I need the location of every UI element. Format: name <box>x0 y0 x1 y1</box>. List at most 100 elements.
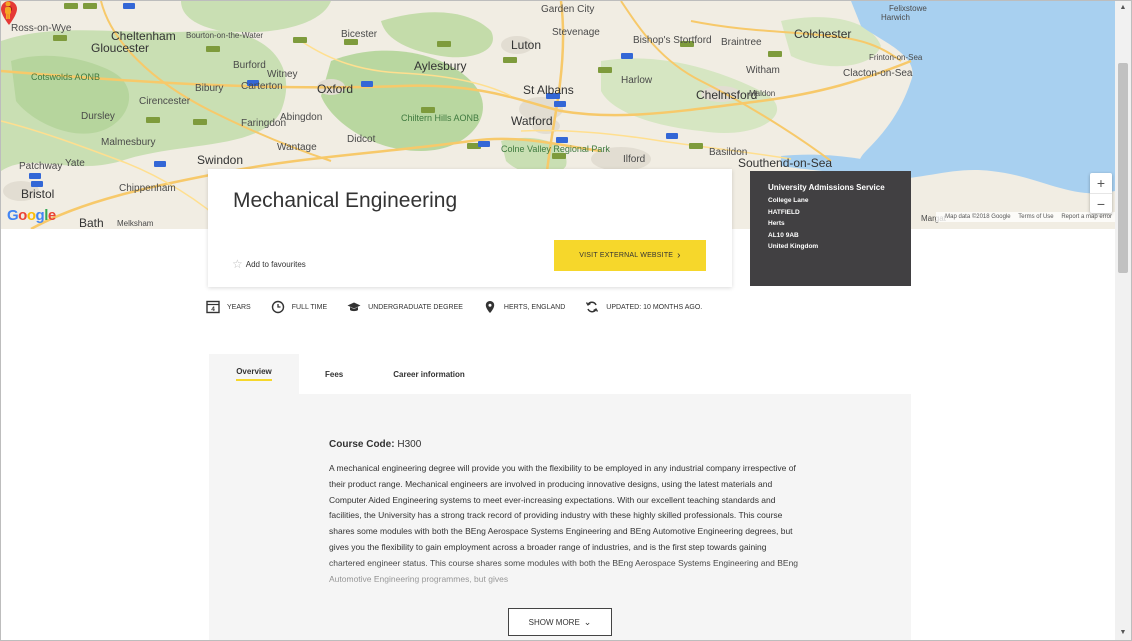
map-label: Patchway <box>19 161 63 172</box>
scrollbar-thumb[interactable] <box>1118 63 1128 273</box>
institution-address-card: University Admissions Service College La… <box>750 171 911 286</box>
map-label: Cotswolds AONB <box>31 72 101 82</box>
map-label: Wantage <box>277 142 317 153</box>
address-line: HATFIELD <box>768 208 800 216</box>
map-label: Southend-on-Sea <box>738 156 833 170</box>
clock-icon <box>271 300 285 314</box>
map-label: Frinton-on-Sea <box>869 53 923 62</box>
map-label: Ilford <box>623 154 646 165</box>
address-line: College Lane <box>768 197 809 204</box>
location: HERTS, ENGLAND <box>483 300 565 314</box>
map-label: Braintree <box>721 37 762 48</box>
svg-text:4: 4 <box>211 306 215 313</box>
map-label: Felixstowe <box>889 4 927 13</box>
map-label: Luton <box>511 38 542 52</box>
map-label: Oxford <box>317 82 354 96</box>
terms-of-use-link[interactable]: Terms of Use <box>1018 214 1053 220</box>
map-label: Carterton <box>241 81 283 92</box>
map-label: Malmesbury <box>101 137 156 148</box>
page-scrollbar[interactable]: ▲ ▼ <box>1115 1 1131 640</box>
map-label: Aylesbury <box>414 59 467 73</box>
tab-overview[interactable]: Overview <box>209 354 299 394</box>
browser-viewport: Ross-on-Wye Cheltenham Gloucester Bourto… <box>0 0 1132 641</box>
course-code: Course Code: H300 <box>329 439 421 450</box>
visit-external-website-button[interactable]: VISIT EXTERNAL WEBSITE › <box>554 240 706 271</box>
map-label: Burford <box>233 60 266 71</box>
study-mode: FULL TIME <box>271 300 327 314</box>
chevron-right-icon: › <box>677 250 681 261</box>
tab-fees[interactable]: Fees <box>325 354 343 394</box>
map-label: Bristol <box>21 187 55 201</box>
map-label: Bishop's Stortford <box>633 35 712 46</box>
map-label: Colchester <box>794 27 852 41</box>
map-label: Ross-on-Wye <box>11 23 72 34</box>
map-label: Witham <box>746 65 780 76</box>
updated-label: UPDATED: 10 MONTHS AGO. <box>606 303 703 311</box>
zoom-out-button[interactable]: − <box>1090 194 1112 214</box>
map-label: Witney <box>267 69 298 80</box>
map-label: Harwich <box>881 13 910 22</box>
map-label: Bourton-on-the-Water <box>186 31 264 40</box>
map-label: Stevenage <box>552 27 600 38</box>
map-label: Faringdon <box>241 118 287 129</box>
map-label: Yate <box>65 158 85 169</box>
institution-name: University Admissions Service <box>768 183 885 192</box>
map-label: Abingdon <box>280 112 323 123</box>
map-label: Maldon <box>749 89 776 98</box>
course-title: Mechanical Engineering <box>233 189 458 212</box>
graduation-cap-icon <box>347 300 361 314</box>
map-label: Melksham <box>117 219 154 228</box>
qualification-label: UNDERGRADUATE DEGREE <box>368 303 463 311</box>
map-label: Swindon <box>197 153 244 167</box>
map-label: Bath <box>79 216 104 229</box>
map-data-credit: Map data ©2018 Google <box>945 214 1011 220</box>
map-marker-icon <box>483 300 497 314</box>
map-label: Colne Valley Regional Park <box>501 144 610 154</box>
map-label: Clacton-on-Sea <box>843 68 913 79</box>
address-line: Herts <box>768 220 785 227</box>
scroll-up-arrow-icon[interactable]: ▲ <box>1115 1 1131 15</box>
map-zoom-control: + − <box>1090 173 1112 213</box>
map-label: Gloucester <box>91 41 150 55</box>
map-label: Chiltern Hills AONB <box>401 113 480 123</box>
map-label: Didcot <box>347 134 376 145</box>
show-more-button[interactable]: SHOW MORE ⌄ <box>508 608 612 636</box>
map-label: Watford <box>511 114 553 128</box>
duration-label: YEARS <box>227 303 251 311</box>
study-mode-label: FULL TIME <box>291 303 328 311</box>
add-to-favourites-button[interactable]: ☆ Add to favourites <box>232 257 306 271</box>
refresh-icon <box>585 300 599 314</box>
add-to-favourites-label: Add to favourites <box>245 259 306 269</box>
course-tabs: Overview Fees Career information <box>209 354 911 394</box>
location-label: HERTS, ENGLAND <box>503 303 566 311</box>
overview-panel: Course Code: H300 A mechanical engineeri… <box>209 394 911 640</box>
zoom-in-button[interactable]: + <box>1090 173 1112 194</box>
tab-career-information[interactable]: Career information <box>393 354 465 394</box>
map-label: Dursley <box>81 111 115 122</box>
calendar-icon: 4 <box>206 300 220 314</box>
map-label: Harlow <box>621 75 653 86</box>
scroll-down-arrow-icon[interactable]: ▼ <box>1115 626 1131 640</box>
map-attribution: Map data ©2018 Google Terms of Use Repor… <box>936 212 1115 222</box>
report-map-error-link[interactable]: Report a map error <box>1061 214 1112 220</box>
map-label: Chippenham <box>119 183 176 194</box>
map-label: St Albans <box>523 83 574 97</box>
course-facts-row: 4 YEARS FULL TIME UNDERGRADUATE DEGREE H… <box>206 300 722 314</box>
visit-external-website-label: VISIT EXTERNAL WEBSITE <box>579 252 674 259</box>
map-label: Bicester <box>341 29 378 40</box>
course-duration: 4 YEARS <box>206 300 251 314</box>
show-more-label: SHOW MORE <box>528 617 580 627</box>
address-line: United Kingdom <box>768 243 819 250</box>
map-label: Bibury <box>195 83 224 94</box>
course-title-card: Mechanical Engineering ☆ Add to favourit… <box>208 169 732 287</box>
google-logo: Google <box>7 207 56 224</box>
course-code-label: Course Code: <box>329 439 395 450</box>
map-label: Garden City <box>541 4 595 15</box>
chevron-down-icon: ⌄ <box>583 616 592 627</box>
course-code-value: H300 <box>397 439 422 450</box>
street-view-pegman-icon[interactable] <box>1 1 15 19</box>
last-updated: UPDATED: 10 MONTHS AGO. <box>585 300 702 314</box>
address-line: AL10 9AB <box>768 231 799 239</box>
star-icon: ☆ <box>232 257 243 271</box>
qualification: UNDERGRADUATE DEGREE <box>347 300 463 314</box>
